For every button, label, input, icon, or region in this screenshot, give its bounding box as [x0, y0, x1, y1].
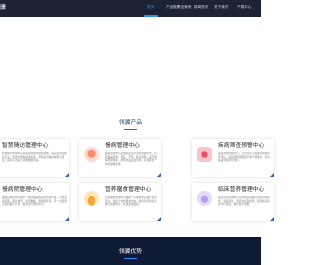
top-navbar: 康 首页 产品服务 产品案例 新闻资讯 关于我们 下载中心: [0, 0, 261, 17]
nav-item-cases[interactable]: 产品案例: [177, 5, 191, 10]
product-card-description: 疾病筛查预警中心，针对高危人群进行智能筛查评估，提供风险预警及早期干预建议，助力…: [218, 152, 270, 163]
product-card-title: 慢病院管理中心: [2, 187, 43, 193]
diet-bowl-icon: [84, 191, 99, 206]
corner-arrow-icon: [157, 217, 161, 221]
product-card-description: 临床营养管理中心为住院患者提供营养风险筛查、营养评估、营养支持及监测，规范临床营…: [218, 196, 270, 207]
product-card-description: 慢病管理中心是慢病患者全流程管理平台，包括慢病筛查、评估、干预、随访管理，提升慢…: [105, 152, 157, 166]
corner-arrow-icon: [65, 173, 69, 177]
advantages-section-title: 领翼优势: [118, 249, 143, 255]
clinical-nutrition-icon: [197, 191, 212, 206]
product-card-clinical-nutrition[interactable]: 临床营养管理中心 临床营养管理中心为住院患者提供营养风险筛查、营养评估、营养支持…: [192, 183, 274, 221]
product-card-description: 营养膳食管理中心根据个人健康状况进行营养评估，制定个性化膳食方案，提供营养知识宣…: [105, 196, 157, 207]
corner-arrow-icon: [65, 217, 69, 221]
product-card-title: 智慧随访管理中心: [2, 143, 49, 149]
product-card-description: 智慧随访管理中心是专业的随访管理系统，院后患者的随访记录、管理计划和健康档案，帮…: [2, 152, 67, 163]
corner-arrow-icon: [270, 217, 274, 221]
nav-active-indicator: [144, 15, 158, 17]
product-card-title: 临床营养管理中心: [218, 187, 265, 193]
nav-item-home[interactable]: 首页: [147, 5, 154, 10]
product-card-diet[interactable]: 营养膳食管理中心 营养膳食管理中心根据个人健康状况进行营养评估，制定个性化膳食方…: [79, 183, 161, 221]
product-card-followup[interactable]: 智慧随访管理中心 智慧随访管理中心是专业的随访管理系统，院后患者的随访记录、管理…: [0, 139, 69, 177]
product-card-chronic[interactable]: 慢病管理中心 慢病管理中心是慢病患者全流程管理平台，包括慢病筛查、评估、干预、随…: [79, 139, 161, 177]
corner-arrow-icon: [157, 173, 161, 177]
corner-arrow-icon: [270, 173, 274, 177]
product-card-screening[interactable]: 疾病筛查预警中心 疾病筛查预警中心，针对高危人群进行智能筛查评估，提供风险预警及…: [192, 139, 274, 177]
products-section-title: 领翼产品: [118, 120, 143, 126]
chronic-disease-icon: [84, 147, 99, 162]
advantages-title-underline: [124, 258, 137, 259]
screening-alert-icon: [197, 147, 212, 162]
product-card-title: 慢病管理中心: [105, 143, 140, 149]
product-card-title: 疾病筛查预警中心: [218, 143, 265, 149]
products-title-underline: [124, 129, 137, 130]
nav-item-news[interactable]: 新闻资讯: [194, 5, 208, 10]
product-card-description: 慢病院管理中心提供一站式慢病院运营管理方案，包含患者管理、医护协同、质控数据、随…: [2, 196, 67, 207]
product-card-chronic-hospital[interactable]: 慢病院管理中心 慢病院管理中心提供一站式慢病院运营管理方案，包含患者管理、医护协…: [0, 183, 69, 221]
nav-item-about[interactable]: 关于我们: [214, 5, 228, 10]
product-card-title: 营养膳食管理中心: [105, 187, 152, 193]
brand-logo[interactable]: 康: [0, 3, 6, 12]
nav-item-download[interactable]: 下载中心: [237, 5, 251, 10]
